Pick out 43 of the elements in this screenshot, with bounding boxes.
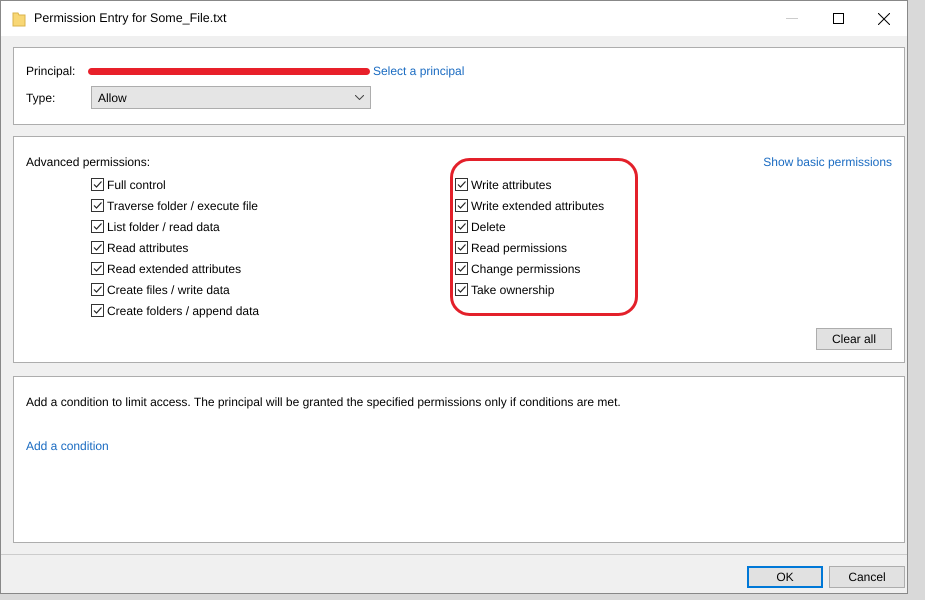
checkbox-label: Write attributes (471, 176, 552, 194)
checkbox-label: Write extended attributes (471, 198, 604, 214)
checkbox-label: Full control (107, 176, 166, 194)
maximize-icon (832, 13, 844, 24)
checkbox-label: Create folders / append data (107, 302, 260, 320)
checkbox-label: Take ownership (471, 282, 554, 298)
checkbox[interactable] (455, 241, 468, 254)
checkbox-label: Change permissions (471, 260, 580, 278)
checkbox[interactable] (455, 262, 468, 275)
type-label: Type: (26, 90, 56, 106)
checkbox[interactable] (455, 283, 468, 296)
checkbox[interactable] (91, 304, 104, 317)
condition-description: Add a condition to limit access. The principal will be granted the specified permissions only if conditions are met. (26, 394, 622, 411)
checkbox-label: Traverse folder / execute file (107, 198, 258, 214)
select-principal-link[interactable]: Select a principal (373, 62, 464, 80)
type-dropdown[interactable]: Allow (91, 86, 371, 109)
show-basic-permissions-link[interactable]: Show basic permissions (763, 153, 892, 171)
checkbox-label: Read attributes (107, 240, 188, 256)
checkbox[interactable] (91, 241, 104, 254)
checkbox[interactable] (455, 220, 468, 233)
principal-label: Principal: (26, 63, 76, 80)
checkbox[interactable] (91, 199, 104, 212)
minimize-icon (786, 18, 798, 19)
checkbox-label: Read permissions (471, 240, 568, 256)
checkbox-label: List folder / read data (107, 218, 220, 236)
checkbox-label: Delete (471, 218, 506, 236)
clear-all-button[interactable]: Clear all (816, 328, 892, 350)
checkbox-label: Read extended attributes (107, 260, 242, 278)
checkbox[interactable] (455, 178, 468, 191)
checkbox[interactable] (91, 178, 104, 191)
folder-icon (12, 10, 26, 26)
cancel-button[interactable]: Cancel (829, 566, 905, 588)
ok-button[interactable]: OK (747, 566, 823, 588)
close-icon (878, 12, 890, 24)
checkbox[interactable] (455, 199, 468, 212)
chevron-icon (355, 95, 364, 100)
checkbox[interactable] (91, 262, 104, 275)
window-title: Permission Entry for Some_File.txt (34, 10, 226, 28)
checkbox[interactable] (91, 283, 104, 296)
section-heading: Advanced permissions: (26, 154, 150, 171)
add-condition-link[interactable]: Add a condition (26, 439, 109, 453)
checkbox[interactable] (91, 220, 104, 233)
checkbox-label: Create files / write data (107, 282, 230, 298)
